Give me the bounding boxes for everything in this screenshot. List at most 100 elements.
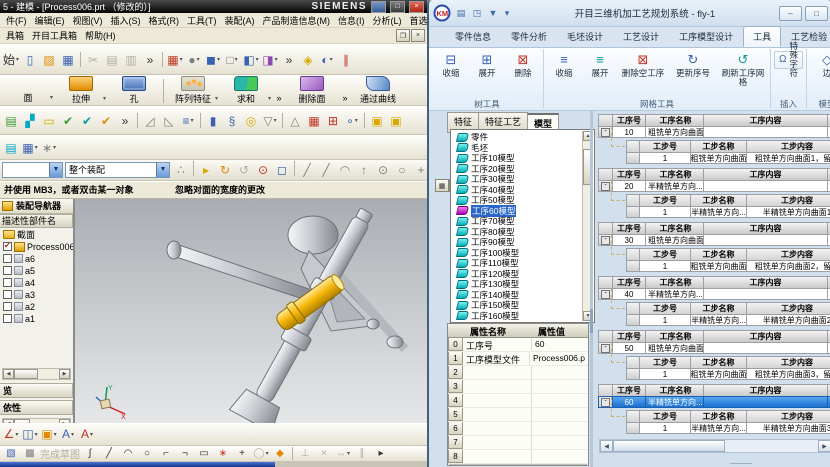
ribbon-tab[interactable]: 毛坯设计: [557, 26, 613, 47]
property-row[interactable]: 0 工序号 60: [448, 338, 588, 352]
finish-sketch-button[interactable]: 完成草图: [40, 447, 80, 460]
ribbon-tab[interactable]: 零件分析: [501, 26, 557, 47]
toolbar-overflow-icon[interactable]: »: [141, 51, 159, 69]
property-row[interactable]: 8: [448, 450, 588, 464]
nx-title-bar[interactable]: 5 - 建模 - [Process006.prt （修改的）] SIEMENS …: [0, 0, 427, 13]
ribbon-tab[interactable]: 零件信息: [445, 26, 501, 47]
operation-row[interactable]: - 30 粗铣单方向曲面: [599, 234, 830, 246]
section-clip-icon[interactable]: ◧: [242, 51, 260, 69]
shaded-view-icon[interactable]: ●: [185, 51, 203, 69]
compass-icon[interactable]: ⊙: [254, 161, 272, 179]
parallel-icon[interactable]: ∥: [353, 447, 371, 460]
update-sequence-button[interactable]: ↻更新序号: [669, 51, 717, 78]
flag-icon[interactable]: ▸: [197, 161, 215, 179]
sketch-doc-icon[interactable]: ▤: [2, 112, 20, 130]
property-row[interactable]: 1 工序模型文件 Process006.p: [448, 352, 588, 366]
step-row[interactable]: 1 粗铣单方向曲面 粗铣单方向曲面3，留余: [627, 368, 830, 380]
nx-maximize-button[interactable]: □: [390, 1, 405, 13]
child-close-button[interactable]: ×: [411, 29, 425, 42]
menu-item[interactable]: 信息(I): [334, 13, 369, 27]
km-maximize-button[interactable]: □: [805, 6, 828, 21]
funnel-icon[interactable]: ▽: [261, 112, 279, 130]
row-number-button[interactable]: 6: [448, 422, 463, 435]
menu-item[interactable]: 格式(R): [145, 13, 184, 27]
visibility-checkbox[interactable]: [3, 314, 12, 323]
line-icon[interactable]: ╱: [100, 447, 118, 460]
chevron-down-icon[interactable]: ▼: [49, 163, 62, 177]
visibility-checkbox[interactable]: [3, 242, 12, 251]
km-minimize-button[interactable]: –: [779, 6, 802, 21]
navigator-column-header[interactable]: 描述性部件名: [0, 214, 73, 228]
toolbar-separator[interactable]: [193, 161, 194, 176]
menu-item[interactable]: 开目工具箱: [28, 28, 81, 43]
arc-icon[interactable]: ◠: [119, 447, 137, 460]
row-header[interactable]: [626, 314, 640, 326]
snap-vertical-icon[interactable]: ↑: [355, 161, 373, 179]
spring-icon[interactable]: §: [223, 112, 241, 130]
property-hscrollbar[interactable]: ◀▶: [449, 464, 587, 466]
constraint-icon[interactable]: ⊥: [296, 447, 314, 460]
text-style-icon[interactable]: A: [59, 425, 77, 443]
snap-arc-icon[interactable]: ◠: [336, 161, 354, 179]
table-grid-icon[interactable]: ▦: [21, 139, 39, 157]
dimension-icon[interactable]: ↔: [334, 447, 352, 460]
toolbar-overflow-icon[interactable]: »: [339, 79, 351, 103]
collapse-icon[interactable]: -: [601, 344, 610, 353]
step-row[interactable]: 1 半精铣单方向... 半精铣单方向曲面3: [627, 422, 830, 434]
step-row[interactable]: 1 半精铣单方向... 半精铣单方向曲面2: [627, 314, 830, 326]
check-body-icon[interactable]: ✔: [59, 112, 77, 130]
grid-plus-icon[interactable]: ⊞: [324, 112, 342, 130]
snap-circle-icon[interactable]: ○: [393, 161, 411, 179]
snap-center-icon[interactable]: ⊙: [374, 161, 392, 179]
fillet-icon[interactable]: ⌐: [157, 447, 175, 460]
pattern-curve-icon[interactable]: ◆: [271, 447, 289, 460]
row-header[interactable]: [626, 206, 640, 218]
check-feature-icon[interactable]: ✔: [97, 112, 115, 130]
toolbar-separator[interactable]: [162, 52, 163, 67]
panel-mini-scrollbar[interactable]: ◀▶: [2, 418, 71, 423]
row-number-button[interactable]: 2: [448, 366, 463, 379]
start-menu-button[interactable]: 始: [2, 51, 20, 69]
nx-minimize-button[interactable]: _: [371, 1, 386, 13]
rotate-icon[interactable]: ↻: [216, 161, 234, 179]
tree-collapse-button[interactable]: ⊟收缩: [434, 51, 468, 78]
save-icon[interactable]: ▦: [59, 51, 77, 69]
row-header[interactable]: [626, 422, 640, 434]
toolbar-separator[interactable]: [292, 447, 293, 460]
cylinder-icon[interactable]: ▮: [204, 112, 222, 130]
toolbar-overflow-icon[interactable]: »: [116, 112, 134, 130]
qat-save-icon[interactable]: ▼: [486, 7, 500, 20]
menu-item[interactable]: 插入(S): [107, 13, 145, 27]
tree-delete-button[interactable]: ⊠删除: [506, 51, 540, 78]
delete-face-button[interactable]: 删除面: [286, 76, 338, 105]
sheet-icon[interactable]: ▤: [2, 139, 20, 157]
model-top-bracket[interactable]: [288, 216, 338, 254]
snap-segment-icon[interactable]: ╱: [317, 161, 335, 179]
pane-splitter[interactable]: [590, 111, 593, 467]
visibility-checkbox[interactable]: [3, 278, 12, 287]
model-left-arm[interactable]: [173, 243, 312, 302]
paste-icon[interactable]: ▥: [122, 51, 140, 69]
nx-graphics-window[interactable]: Y X 装配导航器 描述性部件名: [0, 199, 427, 423]
property-row[interactable]: 6: [448, 422, 588, 436]
operation-row[interactable]: - 20 半精铣单方向...: [599, 180, 830, 192]
toolbar-separator[interactable]: [80, 52, 81, 67]
collapse-icon[interactable]: -: [601, 290, 610, 299]
property-row[interactable]: 3: [448, 380, 588, 394]
taskbar-fragment[interactable]: [0, 462, 275, 467]
paw-icon[interactable]: ∴: [172, 161, 190, 179]
spheres-icon[interactable]: ∘: [343, 112, 361, 130]
feature-list-icon[interactable]: ≡: [179, 112, 197, 130]
circle-icon[interactable]: ○: [138, 447, 156, 460]
menu-item[interactable]: 装配(A): [221, 13, 259, 27]
triangle-surface-icon[interactable]: △: [286, 112, 304, 130]
special-char-button[interactable]: Ω特殊字符: [774, 51, 803, 69]
menu-item[interactable]: 帮助(H): [81, 28, 120, 43]
menu-item[interactable]: 首选项(P): [406, 13, 428, 27]
collapsed-panel-bar[interactable]: 览: [0, 383, 73, 398]
key-tool-icon[interactable]: ◈: [299, 51, 317, 69]
navigator-tree-row[interactable]: 截面: [0, 229, 73, 241]
row-number-button[interactable]: 8: [448, 450, 463, 463]
rotate-back-icon[interactable]: ↺: [235, 161, 253, 179]
chevron-down-icon[interactable]: ▼: [156, 163, 169, 177]
